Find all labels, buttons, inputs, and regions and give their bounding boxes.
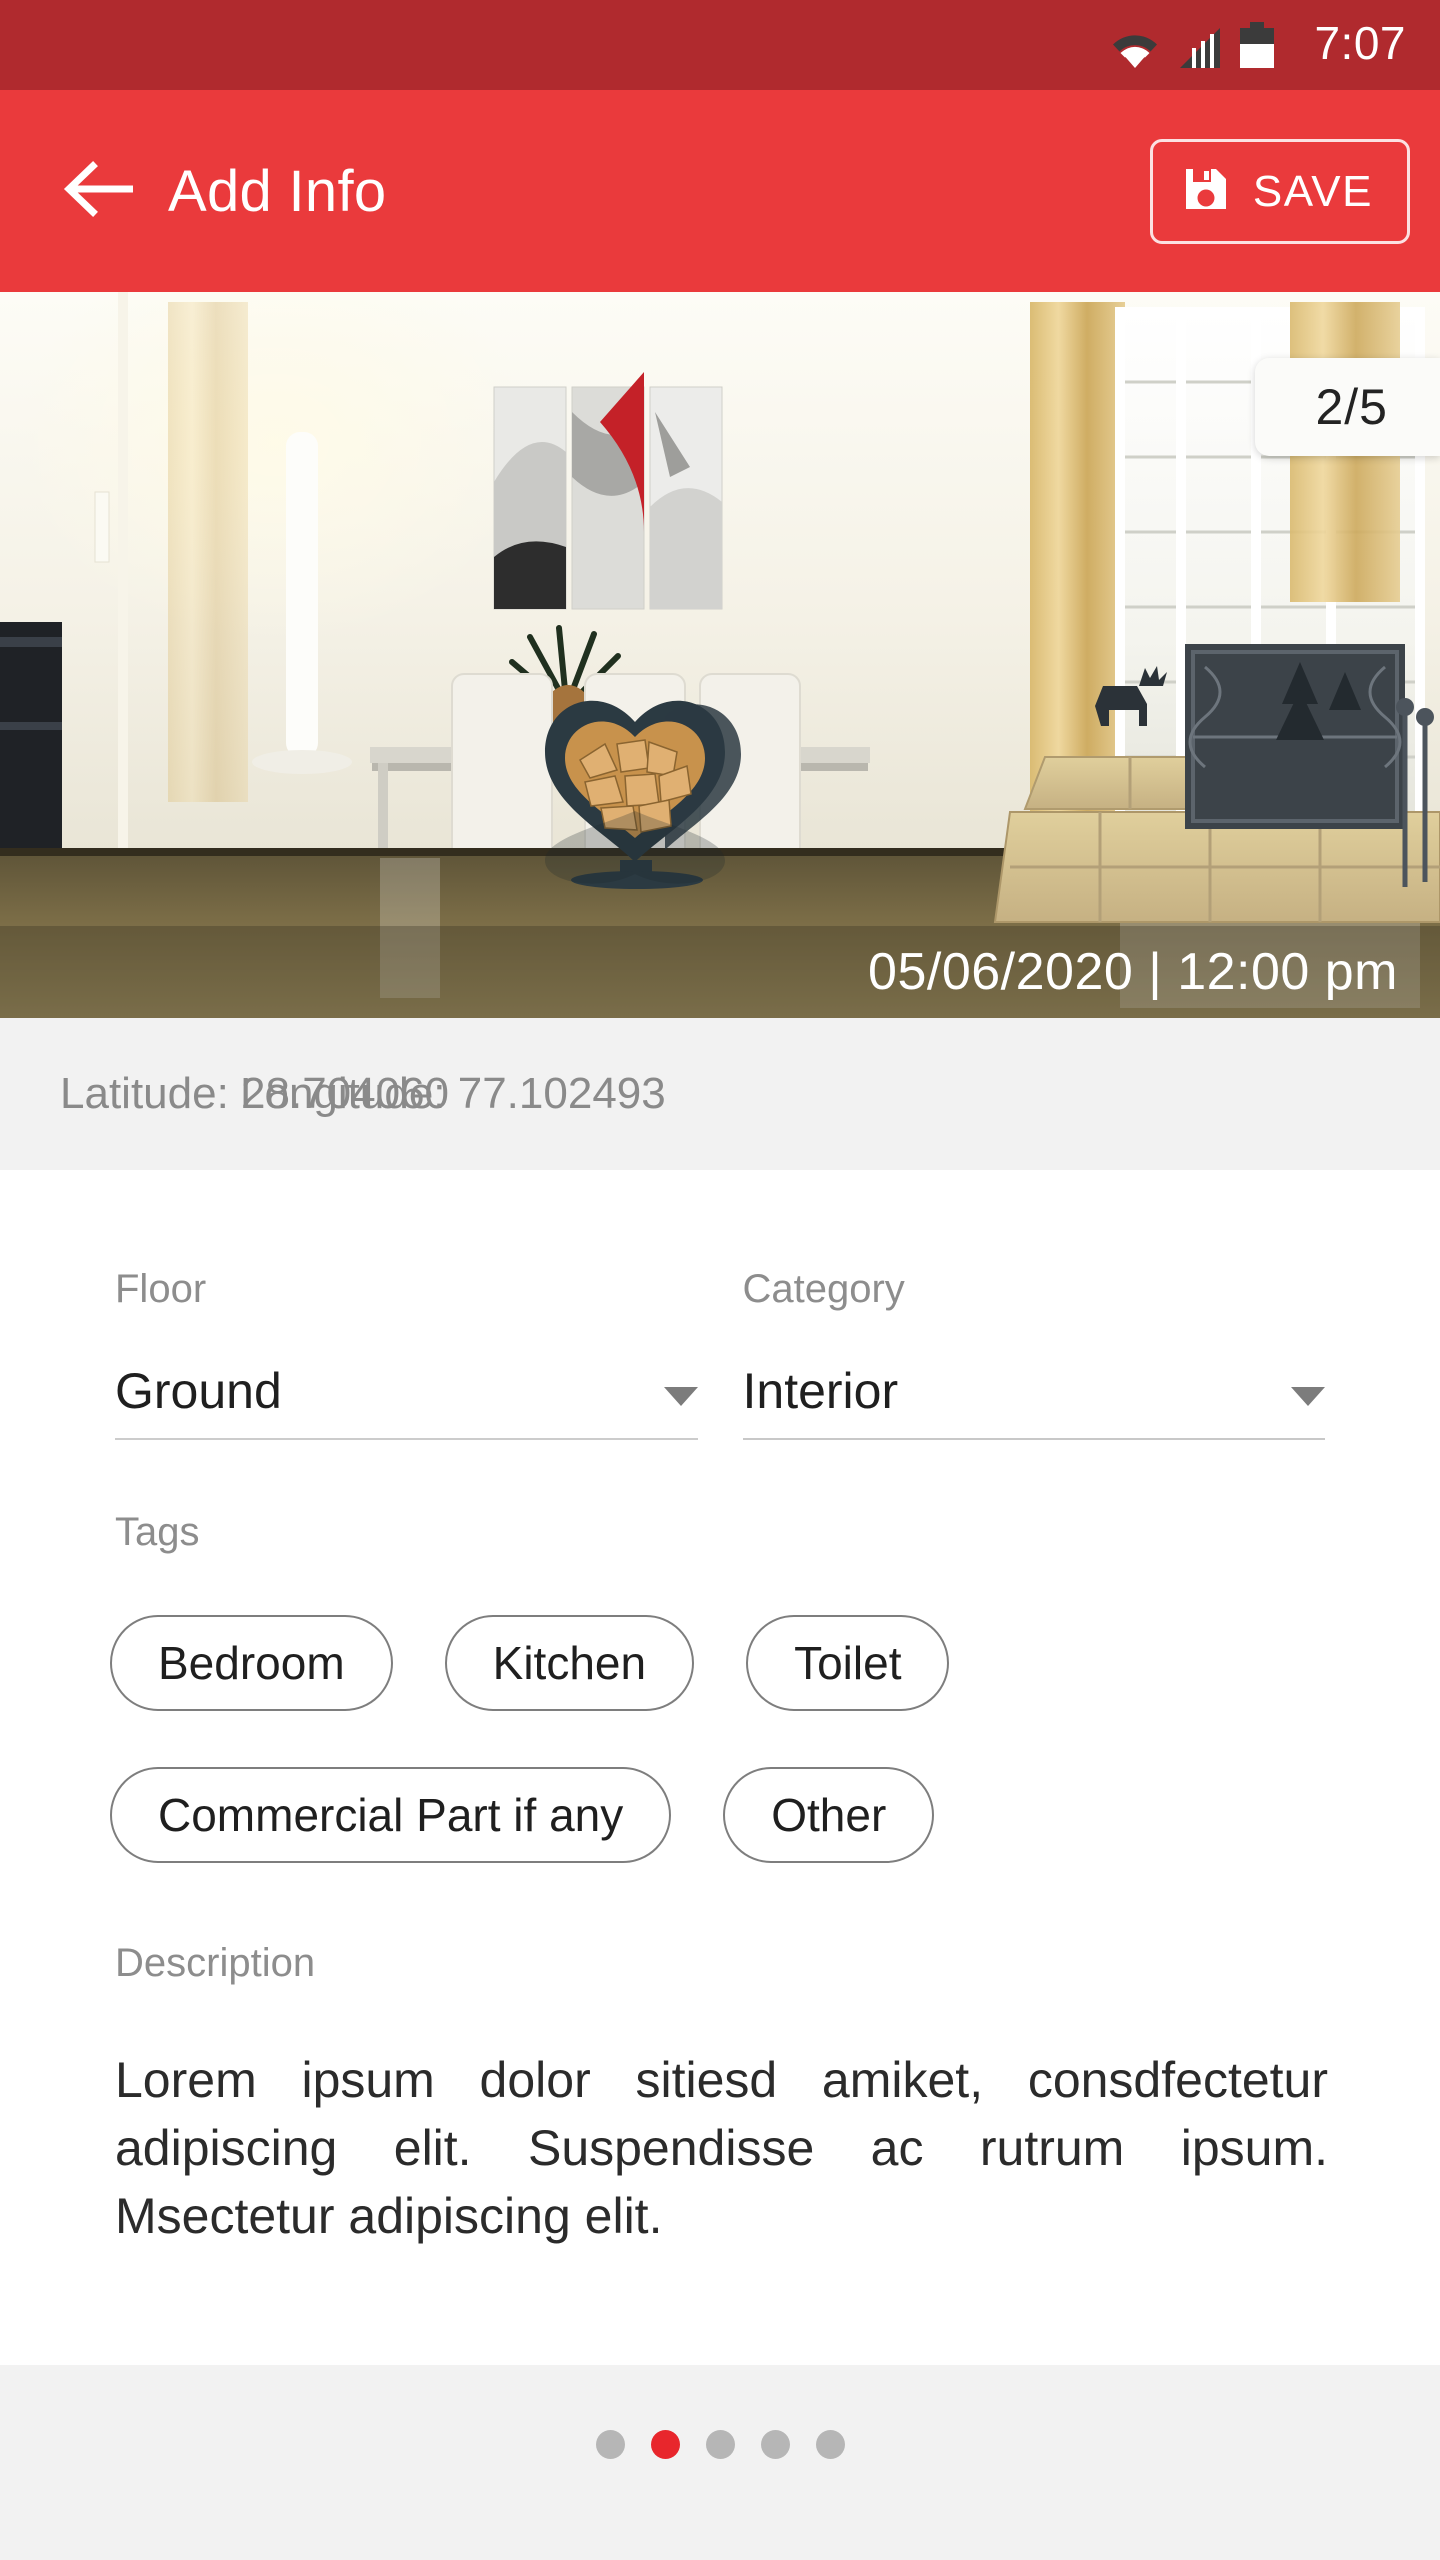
category-label: Category bbox=[742, 1267, 905, 1311]
floppy-disk-save-icon bbox=[1183, 166, 1229, 217]
select-row: Floor Ground Category Interior bbox=[0, 1267, 1440, 1440]
description-label: Description bbox=[115, 1941, 316, 1985]
photo-datetime-text: 05/06/2020 | 12:00 pm bbox=[868, 943, 1398, 1001]
page-dot-active[interactable] bbox=[650, 2430, 680, 2459]
status-bar-clock: 7:07 bbox=[1314, 17, 1406, 69]
battery-icon bbox=[1240, 22, 1275, 68]
info-form: Floor Ground Category Interior Tags Bedr… bbox=[0, 1170, 1440, 2250]
floor-field: Floor Ground bbox=[115, 1267, 698, 1440]
page-dot[interactable] bbox=[705, 2430, 735, 2459]
page-title: Add Info bbox=[168, 158, 387, 224]
photo-datetime-overlay: 05/06/2020 | 12:00 pm bbox=[0, 926, 1440, 1018]
app-screen: 7:07 Add Info SAVE 2/5 05/06/2020 | 12:0… bbox=[0, 0, 1440, 2560]
geo-coordinates-bar: Latitude: 28.704060 Longitude: 77.102493 bbox=[0, 1018, 1440, 1170]
chevron-down-icon bbox=[1291, 1387, 1325, 1406]
category-value: Interior bbox=[742, 1363, 899, 1419]
photo-image bbox=[0, 292, 1440, 1018]
chevron-down-icon bbox=[663, 1387, 698, 1406]
pager-footer bbox=[0, 2365, 1440, 2560]
photo-preview[interactable]: 2/5 05/06/2020 | 12:00 pm bbox=[0, 292, 1440, 1018]
back-arrow-icon bbox=[63, 160, 137, 223]
save-button-label: SAVE bbox=[1252, 166, 1373, 216]
page-indicator-dots bbox=[595, 2430, 845, 2459]
longitude-value: Longitude: 77.102493 bbox=[240, 1069, 666, 1118]
page-dot[interactable] bbox=[815, 2430, 845, 2459]
app-bar: Add Info SAVE bbox=[0, 90, 1440, 292]
tag-chip[interactable]: Bedroom bbox=[110, 1615, 393, 1711]
category-field: Category Interior bbox=[742, 1267, 1325, 1440]
page-dot[interactable] bbox=[595, 2430, 625, 2459]
tag-chip[interactable]: Other bbox=[723, 1767, 935, 1863]
save-button[interactable]: SAVE bbox=[1149, 139, 1410, 244]
wifi-icon bbox=[1112, 32, 1158, 68]
floor-value: Ground bbox=[115, 1363, 282, 1419]
floor-dropdown[interactable]: Ground bbox=[115, 1362, 698, 1440]
category-dropdown[interactable]: Interior bbox=[742, 1362, 1325, 1440]
tags-label: Tags bbox=[115, 1510, 200, 1554]
floor-label: Floor bbox=[115, 1267, 207, 1311]
status-bar-icons: 7:07 bbox=[1112, 17, 1406, 69]
signal-icon bbox=[1176, 28, 1222, 68]
tags-chip-group: Bedroom Kitchen Toilet Commercial Part i… bbox=[0, 1615, 1440, 1919]
status-bar: 7:07 bbox=[0, 0, 1440, 90]
photo-counter-badge: 2/5 bbox=[1255, 358, 1440, 456]
description-text[interactable]: Lorem ipsum dolor sitiesd amiket, consdf… bbox=[0, 2046, 1440, 2250]
back-button[interactable] bbox=[40, 131, 160, 251]
page-dot[interactable] bbox=[760, 2430, 790, 2459]
tag-chip[interactable]: Kitchen bbox=[444, 1615, 695, 1711]
tag-chip[interactable]: Toilet bbox=[746, 1615, 950, 1711]
tag-chip[interactable]: Commercial Part if any bbox=[110, 1767, 672, 1863]
